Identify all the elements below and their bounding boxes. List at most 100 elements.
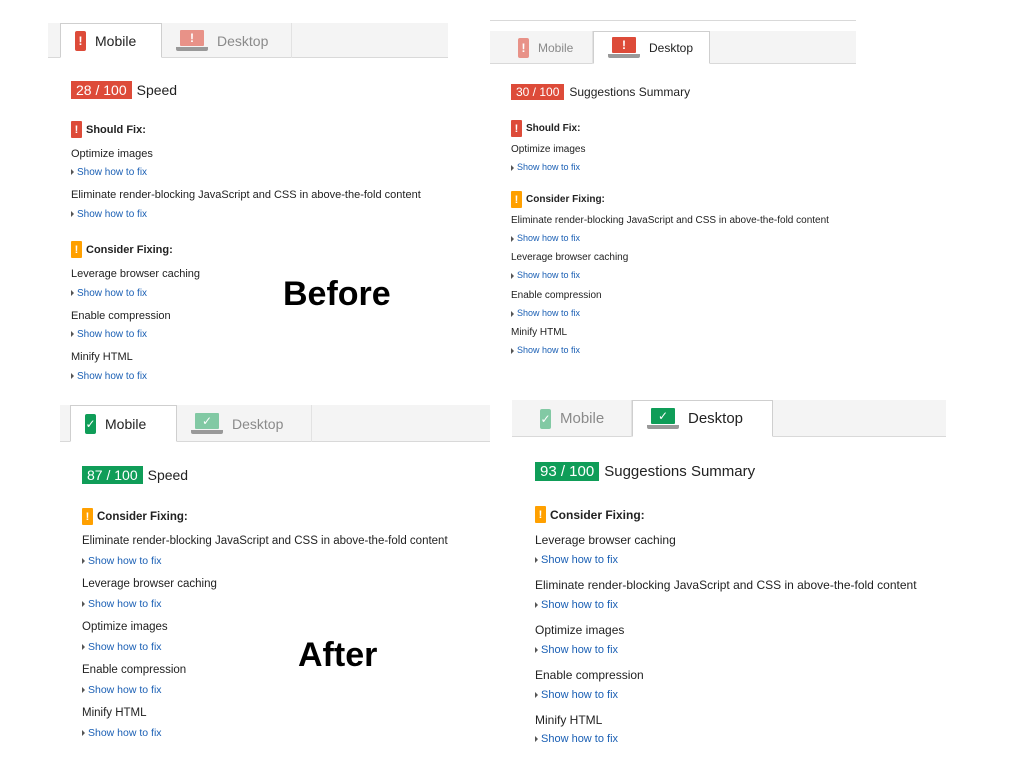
rule-title: Enable compression xyxy=(511,290,602,301)
show-how-to-fix-link[interactable]: Show how to fix xyxy=(535,689,618,701)
show-how-to-fix-link[interactable]: Show how to fix xyxy=(82,555,162,567)
tab-desktop[interactable]: ✓ Desktop xyxy=(632,400,773,437)
show-how-to-fix-link[interactable]: Show how to fix xyxy=(71,209,147,220)
laptop-warning-icon: ! xyxy=(176,29,208,52)
warning-icon: ! xyxy=(535,506,546,523)
tab-desktop[interactable]: ! Desktop xyxy=(162,23,292,58)
rule-title: Leverage browser caching xyxy=(82,578,217,590)
show-how-to-fix-link[interactable]: Show how to fix xyxy=(71,167,147,178)
tab-mobile[interactable]: ! Mobile xyxy=(504,31,593,64)
show-how-to-fix-link[interactable]: Show how to fix xyxy=(511,233,580,243)
score-badge: 28 / 100 xyxy=(71,81,132,99)
score-label: Suggestions Summary xyxy=(604,463,756,480)
laptop-check-icon: ✓ xyxy=(647,407,679,430)
divider xyxy=(490,20,856,21)
phone-warning-icon: ! xyxy=(518,37,529,58)
tab-label: Desktop xyxy=(232,415,284,432)
score-badge: 30 / 100 xyxy=(511,84,565,100)
warning-icon: ! xyxy=(511,191,522,208)
phone-check-icon: ✓ xyxy=(85,413,96,434)
rule-title: Leverage browser caching xyxy=(511,252,629,263)
heading-label: Consider Fixing: xyxy=(526,194,605,205)
tab-mobile[interactable]: ✓ Mobile xyxy=(70,405,177,442)
warning-icon: ! xyxy=(71,241,82,258)
error-icon: ! xyxy=(511,120,522,137)
show-how-to-fix-link[interactable]: Show how to fix xyxy=(71,371,147,382)
rule-title: Minify HTML xyxy=(535,713,603,727)
tab-mobile[interactable]: ! Mobile xyxy=(60,23,162,58)
laptop-warning-icon: ! xyxy=(608,36,640,59)
tab-bar: ✓ Mobile ✓ Desktop xyxy=(512,400,946,437)
tab-label: Mobile xyxy=(105,415,147,432)
tab-label: Desktop xyxy=(688,410,744,427)
score-row: 28 / 100 Speed xyxy=(71,81,177,99)
tab-bar: ! Mobile ! Desktop xyxy=(48,23,448,58)
phone-check-icon: ✓ xyxy=(540,408,551,429)
before-mobile-panel: ! Mobile ! Desktop 28 / 100 Speed ! Shou… xyxy=(48,23,448,388)
rule-title: Optimize images xyxy=(535,623,625,637)
score-row: 93 / 100 Suggestions Summary xyxy=(535,462,755,481)
tab-label: Mobile xyxy=(560,410,605,427)
phone-warning-icon: ! xyxy=(75,30,86,51)
consider-fixing-heading: ! Consider Fixing: xyxy=(535,506,645,523)
warning-icon: ! xyxy=(82,508,93,525)
heading-label: Should Fix: xyxy=(526,123,581,134)
rule-title: Enable compression xyxy=(82,664,187,676)
rule-title: Optimize images xyxy=(511,144,586,155)
rule-title: Eliminate render-blocking JavaScript and… xyxy=(535,578,917,592)
show-how-to-fix-link[interactable]: Show how to fix xyxy=(511,345,580,355)
show-how-to-fix-link[interactable]: Show how to fix xyxy=(535,733,618,745)
heading-label: Should Fix: xyxy=(86,123,146,136)
show-how-to-fix-link[interactable]: Show how to fix xyxy=(82,684,162,696)
tab-desktop[interactable]: ✓ Desktop xyxy=(177,405,312,442)
tab-label: Desktop xyxy=(649,40,694,55)
score-row: 30 / 100 Suggestions Summary xyxy=(511,84,690,100)
heading-label: Consider Fixing: xyxy=(86,243,173,256)
tab-desktop[interactable]: ! Desktop xyxy=(593,31,710,64)
should-fix-heading: ! Should Fix: xyxy=(511,120,580,137)
consider-fixing-heading: ! Consider Fixing: xyxy=(511,191,605,208)
tab-mobile[interactable]: ✓ Mobile xyxy=(526,400,632,437)
rule-title: Enable compression xyxy=(535,668,644,682)
score-badge: 93 / 100 xyxy=(535,462,600,481)
show-how-to-fix-link[interactable]: Show how to fix xyxy=(82,641,162,653)
show-how-to-fix-link[interactable]: Show how to fix xyxy=(535,554,618,566)
should-fix-heading: ! Should Fix: xyxy=(71,121,146,138)
score-label: Suggestions Summary xyxy=(569,85,691,99)
rule-title: Eliminate render-blocking JavaScript and… xyxy=(71,189,421,201)
show-how-to-fix-link[interactable]: Show how to fix xyxy=(71,329,147,340)
show-how-to-fix-link[interactable]: Show how to fix xyxy=(82,727,162,739)
tab-label: Mobile xyxy=(95,32,137,49)
rule-title: Minify HTML xyxy=(511,327,568,338)
rule-title: Minify HTML xyxy=(82,707,147,719)
rule-title: Optimize images xyxy=(71,148,153,160)
after-desktop-panel: ✓ Mobile ✓ Desktop 93 / 100 Suggestions … xyxy=(512,400,946,755)
rule-title: Optimize images xyxy=(82,621,168,633)
show-how-to-fix-link[interactable]: Show how to fix xyxy=(535,599,618,611)
tab-label: Desktop xyxy=(217,32,269,49)
rule-title: Eliminate render-blocking JavaScript and… xyxy=(82,535,448,547)
show-how-to-fix-link[interactable]: Show how to fix xyxy=(535,644,618,656)
score-label: Speed xyxy=(147,467,189,483)
after-label: After xyxy=(298,636,378,674)
score-label: Speed xyxy=(136,82,178,98)
show-how-to-fix-link[interactable]: Show how to fix xyxy=(511,162,580,172)
heading-label: Consider Fixing: xyxy=(97,510,188,523)
error-icon: ! xyxy=(71,121,82,138)
show-how-to-fix-link[interactable]: Show how to fix xyxy=(82,598,162,610)
heading-label: Consider Fixing: xyxy=(550,507,645,522)
rule-title: Leverage browser caching xyxy=(71,268,201,280)
rule-title: Eliminate render-blocking JavaScript and… xyxy=(511,215,829,226)
tab-label: Mobile xyxy=(538,40,574,55)
consider-fixing-heading: ! Consider Fixing: xyxy=(82,508,188,525)
after-mobile-panel: ✓ Mobile ✓ Desktop 87 / 100 Speed ! Cons… xyxy=(60,405,490,755)
show-how-to-fix-link[interactable]: Show how to fix xyxy=(511,308,580,318)
tab-bar: ✓ Mobile ✓ Desktop xyxy=(60,405,490,442)
score-badge: 87 / 100 xyxy=(82,466,143,484)
show-how-to-fix-link[interactable]: Show how to fix xyxy=(71,288,147,299)
laptop-check-icon: ✓ xyxy=(191,412,223,435)
show-how-to-fix-link[interactable]: Show how to fix xyxy=(511,270,580,280)
rule-title: Enable compression xyxy=(71,310,171,322)
before-label: Before xyxy=(283,275,391,313)
tab-bar: ! Mobile ! Desktop xyxy=(490,31,856,64)
